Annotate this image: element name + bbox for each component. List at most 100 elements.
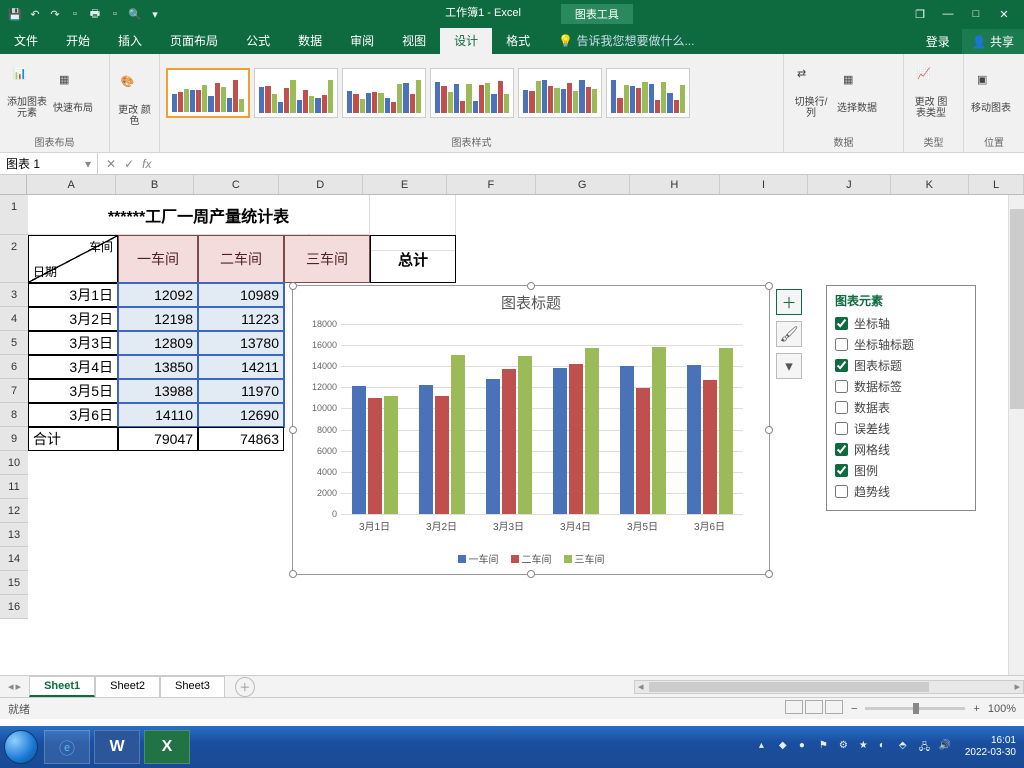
qat-icon[interactable]: ▫ <box>108 7 122 21</box>
column-header[interactable]: L <box>969 175 1024 194</box>
qat-more-icon[interactable]: ▾ <box>148 7 162 21</box>
tab-layout[interactable]: 页面布局 <box>156 28 232 54</box>
column-header[interactable]: I <box>720 175 808 194</box>
chart-element-checkbox[interactable]: 网格线 <box>835 439 967 460</box>
taskbar-excel[interactable]: X <box>144 730 190 764</box>
column-header[interactable]: E <box>363 175 447 194</box>
table-col-header[interactable]: 三车间 <box>284 235 370 283</box>
row-header[interactable]: 2 <box>0 235 28 283</box>
table-total-cell[interactable]: 74863 <box>198 427 284 451</box>
tray-icon[interactable]: ◐ <box>879 740 893 754</box>
change-colors-button[interactable]: 🎨更改 颜色 <box>116 75 153 127</box>
row-header[interactable]: 4 <box>0 307 28 331</box>
start-button[interactable] <box>0 726 42 768</box>
row-header[interactable]: 8 <box>0 403 28 427</box>
table-data-cell[interactable]: 11970 <box>198 379 284 403</box>
row-header[interactable]: 13 <box>0 523 28 547</box>
horizontal-scrollbar[interactable]: ◂▸ <box>634 680 1024 694</box>
table-data-cell[interactable]: 13850 <box>118 355 198 379</box>
table-date-cell[interactable]: 3月2日 <box>28 307 118 331</box>
login-button[interactable]: 登录 <box>914 29 962 54</box>
taskbar-word[interactable]: W <box>94 730 140 764</box>
zoom-slider[interactable] <box>865 707 965 710</box>
chart-element-checkbox[interactable]: 趋势线 <box>835 481 967 502</box>
row-header[interactable]: 10 <box>0 451 28 475</box>
tray-icon[interactable]: ▴ <box>759 740 773 754</box>
change-chart-type-button[interactable]: 📈更改 图表类型 <box>910 67 952 119</box>
add-sheet-button[interactable]: ＋ <box>235 677 255 697</box>
sheet-tab[interactable]: Sheet3 <box>160 676 225 697</box>
close-icon[interactable]: ✕ <box>992 5 1016 23</box>
chart-styles-gallery[interactable] <box>160 54 783 132</box>
table-data-cell[interactable]: 12092 <box>118 283 198 307</box>
chart-style-thumb[interactable] <box>166 68 250 118</box>
legend-item[interactable]: 三车间 <box>564 551 605 566</box>
taskbar-clock[interactable]: 16:012022-03-30 <box>959 735 1016 759</box>
table-data-cell[interactable]: 12809 <box>118 331 198 355</box>
table-col-header[interactable]: 二车间 <box>198 235 284 283</box>
table-total-label[interactable]: 合计 <box>28 427 118 451</box>
tray-icon[interactable]: ● <box>799 740 813 754</box>
column-header[interactable]: G <box>536 175 630 194</box>
column-header[interactable]: F <box>447 175 535 194</box>
legend-item[interactable]: 二车间 <box>511 551 552 566</box>
tab-file[interactable]: 文件 <box>0 28 52 54</box>
column-header[interactable]: H <box>630 175 720 194</box>
tell-me[interactable]: 💡 告诉我您想要做什么... <box>544 28 708 54</box>
row-header[interactable]: 1 <box>0 195 28 235</box>
table-date-cell[interactable]: 3月5日 <box>28 379 118 403</box>
table-col-header[interactable]: 一车间 <box>118 235 198 283</box>
sheet-nav-prev-icon[interactable]: ◂ <box>8 680 14 693</box>
ribbon-display-icon[interactable]: ❐ <box>908 5 932 23</box>
redo-icon[interactable]: ↷ <box>48 7 62 21</box>
zoom-out-icon[interactable]: − <box>851 703 857 715</box>
chart-style-thumb[interactable] <box>254 68 338 118</box>
tab-review[interactable]: 审阅 <box>336 28 388 54</box>
chart-style-thumb[interactable] <box>430 68 514 118</box>
table-total-cell[interactable]: 79047 <box>118 427 198 451</box>
chart-legend[interactable]: 一车间二车间三车间 <box>293 551 769 566</box>
tab-home[interactable]: 开始 <box>52 28 104 54</box>
column-header[interactable]: D <box>279 175 363 194</box>
tab-view[interactable]: 视图 <box>388 28 440 54</box>
cancel-icon[interactable]: ✕ <box>106 157 116 171</box>
tray-icon[interactable]: ⚑ <box>819 740 833 754</box>
table-date-cell[interactable]: 3月1日 <box>28 283 118 307</box>
row-header[interactable]: 3 <box>0 283 28 307</box>
save-icon[interactable]: 💾 <box>8 7 22 21</box>
legend-item[interactable]: 一车间 <box>458 551 499 566</box>
maximize-icon[interactable]: □ <box>964 5 988 23</box>
chart-element-checkbox[interactable]: 数据标签 <box>835 376 967 397</box>
table-date-cell[interactable]: 3月6日 <box>28 403 118 427</box>
chart-style-thumb[interactable] <box>606 68 690 118</box>
table-data-cell[interactable]: 11223 <box>198 307 284 331</box>
network-icon[interactable]: 🖧 <box>919 740 933 754</box>
tab-data[interactable]: 数据 <box>284 28 336 54</box>
chart-element-checkbox[interactable]: 误差线 <box>835 418 967 439</box>
table-date-cell[interactable]: 3月3日 <box>28 331 118 355</box>
column-header[interactable]: J <box>808 175 890 194</box>
row-header[interactable]: 14 <box>0 547 28 571</box>
chart-elements-button[interactable]: ＋ <box>776 289 802 315</box>
table-date-cell[interactable]: 3月4日 <box>28 355 118 379</box>
table-data-cell[interactable]: 13780 <box>198 331 284 355</box>
row-header[interactable]: 7 <box>0 379 28 403</box>
table-data-cell[interactable]: 10989 <box>198 283 284 307</box>
chart-element-checkbox[interactable]: 图例 <box>835 460 967 481</box>
chart-filters-button[interactable]: ▾ <box>776 353 802 379</box>
row-header[interactable]: 16 <box>0 595 28 619</box>
qat-icon[interactable]: ▫ <box>68 7 82 21</box>
row-header[interactable]: 11 <box>0 475 28 499</box>
add-chart-element-button[interactable]: 📊添加图表 元素 <box>6 67 48 119</box>
chart-styles-button[interactable]: 🖌 <box>776 321 802 347</box>
spreadsheet-grid[interactable]: ABCDEFGHIJKL 12345678910111213141516 ***… <box>0 175 1024 675</box>
chart-style-thumb[interactable] <box>518 68 602 118</box>
embedded-chart[interactable]: 图表标题 02000400060008000100001200014000160… <box>292 285 770 575</box>
view-buttons[interactable] <box>783 700 843 717</box>
share-button[interactable]: 👤 共享 <box>962 29 1024 54</box>
fx-icon[interactable]: fx <box>142 157 151 171</box>
table-data-cell[interactable]: 14110 <box>118 403 198 427</box>
table-col-header[interactable]: 总计 <box>370 235 456 283</box>
zoom-level[interactable]: 100% <box>988 703 1016 715</box>
zoom-in-icon[interactable]: + <box>973 703 979 715</box>
